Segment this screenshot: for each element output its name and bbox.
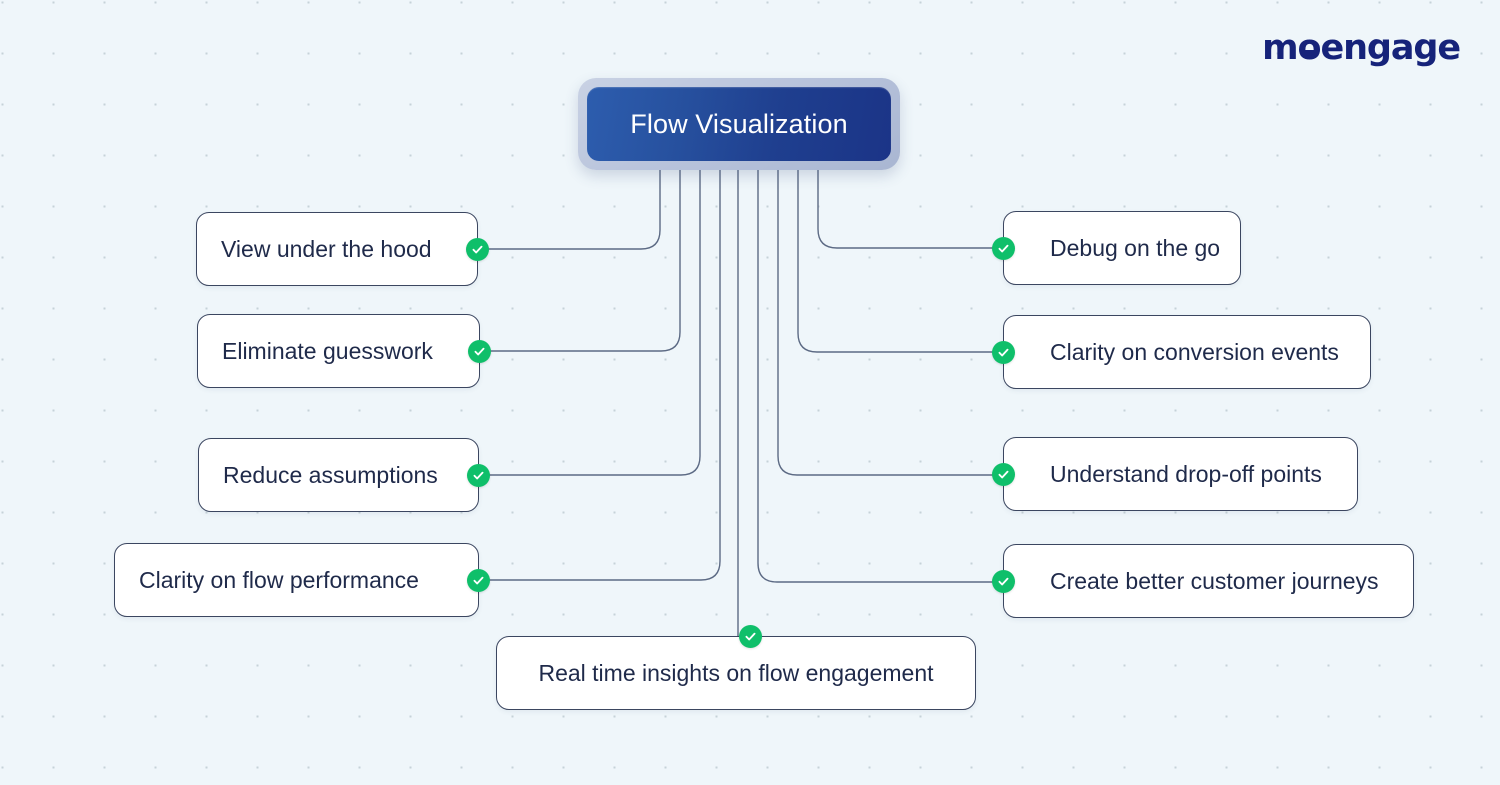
center-node-label: Flow Visualization (630, 108, 848, 139)
center-node-inner: Flow Visualization (587, 87, 891, 161)
check-icon (992, 340, 1015, 364)
branch-label: Understand drop-off points (1050, 460, 1322, 487)
check-icon (467, 463, 490, 487)
branch-label: Real time insights on flow engagement (538, 659, 934, 686)
check-icon (992, 569, 1015, 593)
branch-card-debug-on-the-go[interactable]: Debug on the go (992, 211, 1241, 285)
wire-eliminate-guesswork (479, 169, 681, 352)
check-icon (468, 339, 491, 363)
wire-clarity-on-conversion-events (797, 169, 1004, 353)
wire-view-under-the-hood (477, 169, 661, 250)
branch-label: Debug on the go (1050, 234, 1221, 261)
wire-create-better-customer-journeys (757, 169, 1004, 583)
check-icon (466, 237, 489, 261)
branch-card-reduce-assumptions[interactable]: Reduce assumptions (198, 438, 490, 512)
branch-label: Reduce assumptions (223, 461, 438, 488)
branch-label: Clarity on conversion events (1050, 338, 1339, 365)
diagram-canvas: moengage Flow Visualization View under t… (0, 0, 1500, 785)
branch-card-clarity-on-flow-performance[interactable]: Clarity on flow performance (114, 543, 490, 617)
branch-card-create-better-customer-journeys[interactable]: Create better customer journeys (992, 544, 1414, 618)
wire-debug-on-the-go (817, 169, 1004, 249)
wire-clarity-on-flow-performance (478, 169, 721, 581)
branch-label: Create better customer journeys (1050, 567, 1379, 594)
logo-text: moengage (1262, 27, 1461, 68)
branch-label: Eliminate guesswork (222, 337, 433, 364)
wire-reduce-assumptions (478, 169, 701, 476)
moengage-logo: moengage (1262, 27, 1461, 68)
check-icon (467, 568, 490, 592)
check-icon (739, 625, 762, 648)
branch-card-understand-drop-off-points[interactable]: Understand drop-off points (992, 437, 1358, 511)
branch-card-clarity-on-conversion-events[interactable]: Clarity on conversion events (992, 315, 1371, 389)
check-icon (992, 462, 1015, 486)
center-node-flow-visualization[interactable]: Flow Visualization (578, 78, 900, 170)
wire-understand-drop-off-points (777, 169, 1004, 476)
branch-label: View under the hood (221, 235, 432, 262)
branch-card-view-under-the-hood[interactable]: View under the hood (196, 212, 489, 286)
check-icon (992, 236, 1015, 260)
branch-label: Clarity on flow performance (139, 566, 419, 593)
branch-card-eliminate-guesswork[interactable]: Eliminate guesswork (197, 314, 491, 388)
branch-card-real-time-insights-on-flow-engagement[interactable]: Real time insights on flow engagement (496, 625, 976, 710)
